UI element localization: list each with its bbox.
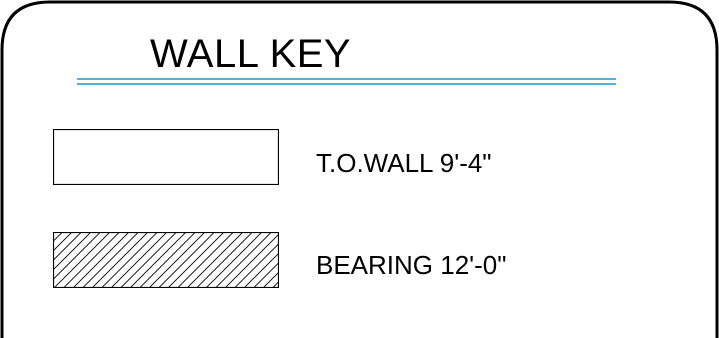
hatch-line (253, 262, 279, 288)
hatch-line (53, 232, 101, 280)
legend-title: WALL KEY (150, 32, 352, 76)
bearing-wall-label: BEARING 12'-0" (316, 250, 507, 280)
hatch-line (53, 232, 82, 261)
title-underline (77, 83, 616, 85)
hatch-line (262, 271, 279, 288)
plain-wall-label: T.O.WALL 9'-4" (316, 148, 492, 178)
title-underline (77, 78, 616, 80)
hatched-wall-swatch (53, 232, 279, 288)
plain-wall-swatch (53, 129, 279, 185)
hatch-line (53, 232, 63, 242)
